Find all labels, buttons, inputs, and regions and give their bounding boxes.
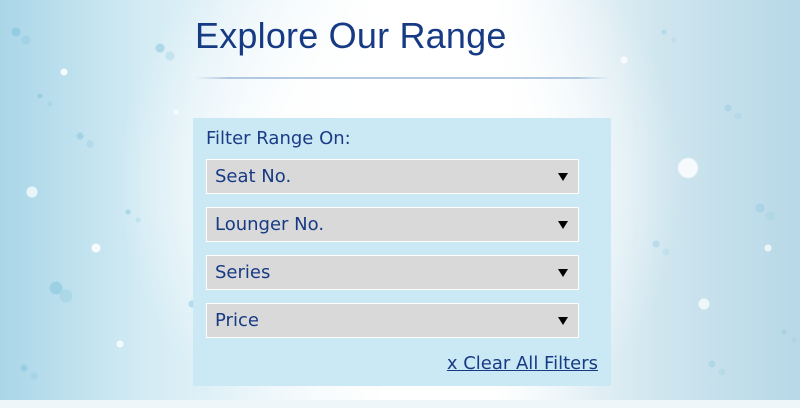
seat-number-select-label: Seat No. — [215, 166, 292, 187]
filter-panel: Filter Range On: Seat No. Lounger No. Se… — [193, 118, 611, 386]
seat-number-select[interactable]: Seat No. — [206, 159, 579, 194]
clear-all-filters-link[interactable]: x Clear All Filters — [447, 353, 598, 375]
series-select-label: Series — [215, 262, 271, 283]
filter-label: Filter Range On: — [206, 128, 351, 149]
chevron-down-icon — [558, 221, 568, 229]
page-title: Explore Our Range — [195, 15, 507, 56]
price-select[interactable]: Price — [206, 303, 579, 338]
title-divider — [195, 77, 611, 79]
chevron-down-icon — [558, 317, 568, 325]
series-select[interactable]: Series — [206, 255, 579, 290]
chevron-down-icon — [558, 269, 568, 277]
price-select-label: Price — [215, 310, 259, 331]
lounger-number-select-label: Lounger No. — [215, 214, 325, 235]
page-header: Explore Our Range — [195, 14, 615, 79]
lounger-number-select[interactable]: Lounger No. — [206, 207, 579, 242]
chevron-down-icon — [558, 173, 568, 181]
